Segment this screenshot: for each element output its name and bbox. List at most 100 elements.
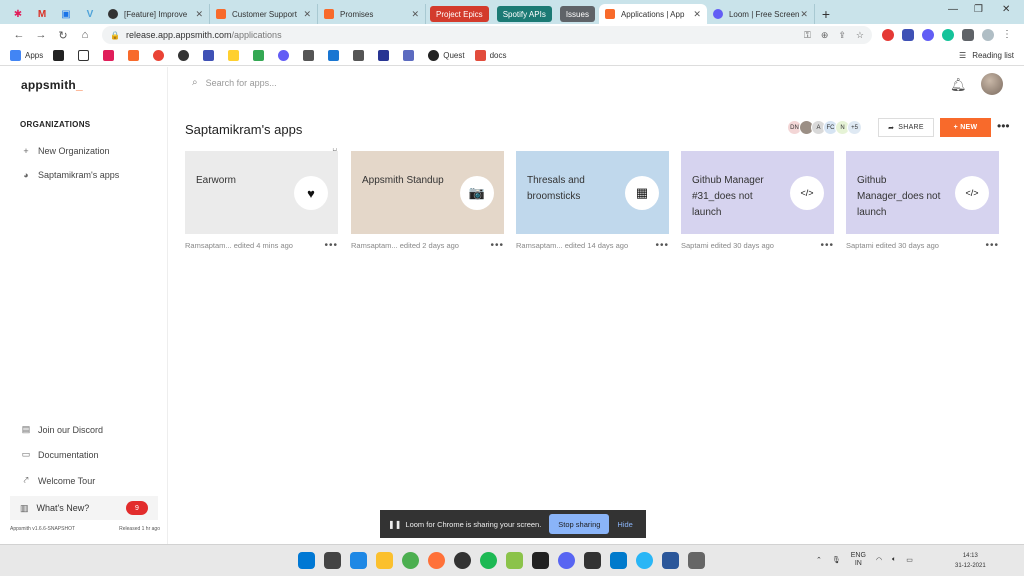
- bookmark-icon-notion[interactable]: [78, 50, 93, 61]
- profile-icon[interactable]: [982, 29, 994, 41]
- tab-loom[interactable]: Loom | Free Screen ✕: [707, 4, 815, 24]
- appsmith-logo[interactable]: appsmith_: [21, 78, 83, 92]
- bookmark-icon-x[interactable]: [53, 50, 68, 61]
- minimize-icon[interactable]: —: [948, 4, 958, 15]
- hide-button[interactable]: Hide: [617, 520, 632, 529]
- app-card[interactable]: Thresals and broomsticks ▦: [516, 151, 669, 234]
- tab-feature[interactable]: [Feature] Improve ✕: [102, 4, 210, 24]
- avatar[interactable]: [981, 73, 1003, 95]
- new-organization-button[interactable]: + New Organization: [20, 146, 109, 156]
- cypress-icon[interactable]: [454, 552, 471, 569]
- edge-icon[interactable]: [636, 552, 653, 569]
- app-menu-icon[interactable]: •••: [820, 240, 834, 251]
- widgets-icon[interactable]: [350, 552, 367, 569]
- word-icon[interactable]: [662, 552, 679, 569]
- app-card[interactable]: Appsmith Standup 📷: [351, 151, 504, 234]
- back-icon[interactable]: ←: [8, 29, 30, 41]
- bookmark-icon-drive[interactable]: [253, 50, 268, 61]
- documentation-link[interactable]: ▭ Documentation: [20, 449, 99, 460]
- install-icon[interactable]: ⊕: [821, 30, 829, 41]
- bookmark-icon-google[interactable]: [153, 50, 168, 61]
- window-close-icon[interactable]: ✕: [1002, 4, 1010, 15]
- app-menu-icon[interactable]: •••: [985, 240, 999, 251]
- task-view-icon[interactable]: [324, 552, 341, 569]
- pinned-tab-vercel[interactable]: V: [78, 4, 102, 24]
- clock[interactable]: 14:13 31-12-2021: [955, 551, 986, 571]
- app-menu-icon[interactable]: •••: [324, 240, 338, 251]
- puzzle-icon[interactable]: [962, 29, 974, 41]
- extension-icon[interactable]: [922, 29, 934, 41]
- app-card[interactable]: Earworm ♥: [185, 151, 338, 234]
- reload-icon[interactable]: ↻: [52, 29, 74, 42]
- restore-icon[interactable]: ❐: [974, 4, 983, 15]
- tab-promises[interactable]: Promises ✕: [318, 4, 426, 24]
- volume-icon[interactable]: 🔈︎: [892, 556, 896, 564]
- tab-group-project-epics[interactable]: Project Epics: [430, 6, 489, 22]
- bookmark-icon-triangle[interactable]: [353, 50, 368, 61]
- star-icon[interactable]: ☆: [856, 30, 864, 41]
- terminal-icon[interactable]: [532, 552, 549, 569]
- close-icon[interactable]: ✕: [800, 9, 808, 20]
- bookmark-icon-appsmith[interactable]: [128, 50, 143, 61]
- close-icon[interactable]: ✕: [411, 9, 419, 20]
- app-card[interactable]: Github Manager #31_does not launch </>: [681, 151, 834, 234]
- extension-icon[interactable]: [902, 29, 914, 41]
- language-indicator[interactable]: ENG IN: [851, 552, 866, 568]
- stop-sharing-button[interactable]: Stop sharing: [549, 514, 610, 534]
- wifi-icon[interactable]: ◠: [876, 556, 882, 564]
- app-menu-icon[interactable]: •••: [490, 240, 504, 251]
- discord-icon[interactable]: [558, 552, 575, 569]
- bookmark-icon-miro[interactable]: [228, 50, 243, 61]
- bookmark-icon-dots[interactable]: [403, 50, 418, 61]
- firefox-icon[interactable]: [428, 552, 445, 569]
- close-icon[interactable]: ✕: [303, 9, 311, 20]
- extension-icon[interactable]: [882, 29, 894, 41]
- bookmark-icon-github[interactable]: [178, 50, 193, 61]
- microphone-icon[interactable]: 🎙︎: [832, 556, 841, 564]
- bell-icon[interactable]: 🔔︎: [950, 77, 967, 93]
- bookmark-icon-slack[interactable]: [103, 50, 118, 61]
- app-card[interactable]: Github Manager_does not launch </>: [846, 151, 999, 234]
- extension-icon[interactable]: [942, 29, 954, 41]
- chrome-icon[interactable]: [402, 552, 419, 569]
- pinned-tab-calendar[interactable]: ▣: [54, 4, 78, 24]
- battery-icon[interactable]: ▭: [906, 556, 913, 564]
- bookmark-apps[interactable]: Apps: [10, 50, 43, 61]
- tab-applications[interactable]: Applications | App ✕: [598, 4, 707, 24]
- tab-group-spotify-apis[interactable]: Spotify APIs: [496, 6, 552, 22]
- reading-list[interactable]: ☰ Reading list: [959, 51, 1014, 60]
- windows-start-icon[interactable]: [298, 552, 315, 569]
- app-menu-icon[interactable]: •••: [655, 240, 669, 251]
- bookmark-icon-linear[interactable]: [328, 50, 343, 61]
- search-bar[interactable]: ⌕ Search for apps...: [192, 77, 277, 88]
- new-app-button[interactable]: + NEW: [940, 118, 991, 137]
- bookmark-icon-pocket[interactable]: [303, 50, 318, 61]
- chevron-up-icon[interactable]: ⌃: [816, 556, 822, 564]
- bookmark-icon-zoho[interactable]: [203, 50, 218, 61]
- bookmark-quest[interactable]: Quest: [428, 50, 465, 61]
- key-icon[interactable]: ⚿: [804, 30, 811, 41]
- share-icon[interactable]: ⇪: [838, 30, 846, 41]
- more-options-icon[interactable]: •••: [997, 119, 1010, 133]
- whats-new-button[interactable]: ▥ What's New? 9: [10, 496, 158, 520]
- member-avatars[interactable]: DN A FC N +5: [787, 120, 862, 135]
- sticky-notes-icon[interactable]: [376, 552, 393, 569]
- notepad-icon[interactable]: [506, 552, 523, 569]
- menu-icon[interactable]: ⋮: [1002, 29, 1012, 41]
- home-icon[interactable]: ⌂: [74, 29, 96, 41]
- gitbash-icon[interactable]: [584, 552, 601, 569]
- new-tab-button[interactable]: +: [815, 4, 837, 24]
- url-bar[interactable]: 🔒 release.app.appsmith.com/applications …: [102, 26, 872, 44]
- close-icon[interactable]: ✕: [693, 9, 701, 20]
- bookmark-icon-infinity[interactable]: [378, 50, 393, 61]
- pinned-tab-gmail[interactable]: M: [30, 4, 54, 24]
- bookmark-docs[interactable]: docs: [474, 50, 506, 61]
- welcome-tour-link[interactable]: ⤤ Welcome Tour: [20, 475, 95, 486]
- discord-link[interactable]: ▤ Join our Discord: [20, 424, 103, 435]
- close-icon[interactable]: ✕: [195, 9, 203, 20]
- sidebar-item-org[interactable]: ◕ Saptamikram's apps: [20, 170, 119, 180]
- share-button[interactable]: ➦ SHARE: [878, 118, 934, 137]
- settings-icon[interactable]: [688, 552, 705, 569]
- bookmark-icon-loom[interactable]: [278, 50, 293, 61]
- spotify-icon[interactable]: [480, 552, 497, 569]
